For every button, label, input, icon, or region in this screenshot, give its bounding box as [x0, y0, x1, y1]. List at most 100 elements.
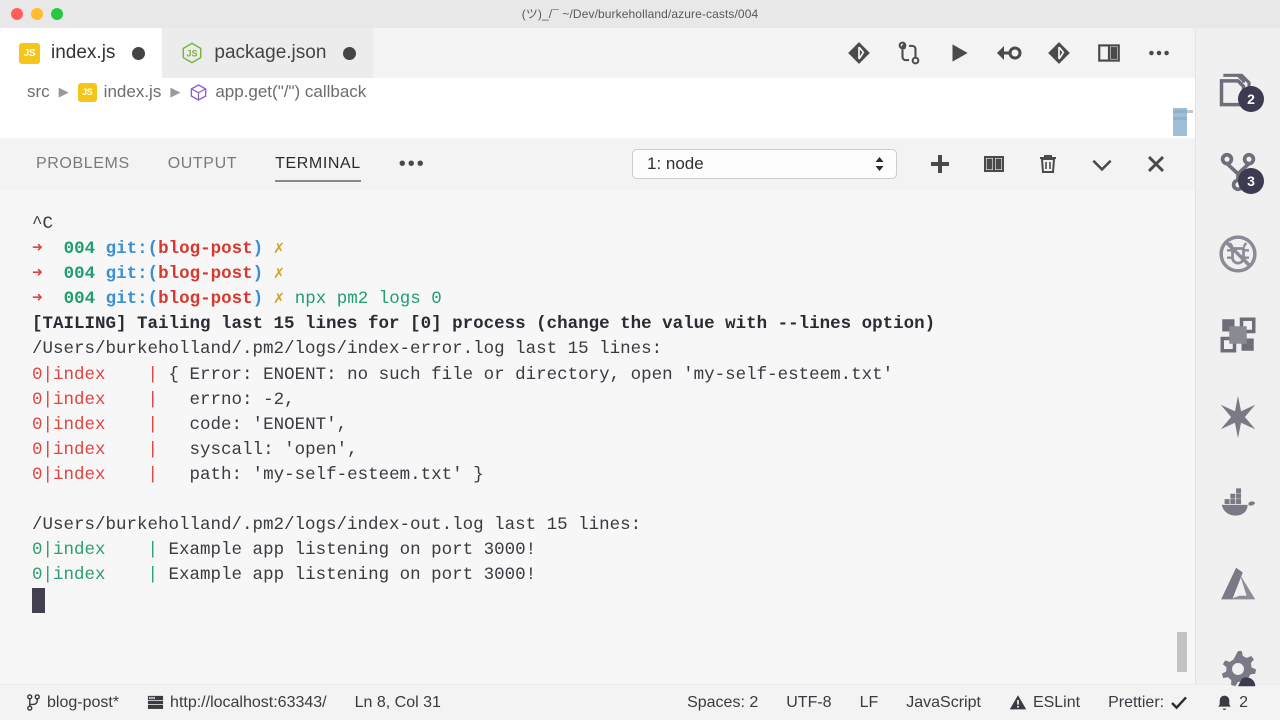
check-icon: [1170, 694, 1188, 711]
extensions-icon[interactable]: [1214, 314, 1262, 356]
docker-whale-icon[interactable]: [1214, 478, 1262, 524]
status-live-server[interactable]: http://localhost:63343/: [133, 694, 341, 712]
azure-icon[interactable]: [1214, 562, 1262, 608]
terminal-segment: Example app listening on port 3000!: [158, 565, 537, 586]
status-prettier[interactable]: Prettier:: [1094, 694, 1202, 712]
breadcrumb-label: src: [27, 82, 50, 101]
terminal-segment: [43, 239, 64, 259]
terminal-line: 0|index | Example app listening on port …: [32, 538, 1195, 563]
terminal-segment: [263, 289, 274, 309]
status-label: blog-post*: [47, 693, 120, 711]
new-terminal-icon[interactable]: [927, 151, 953, 177]
status-language-mode[interactable]: JavaScript: [892, 694, 995, 712]
explorer-badge: 2: [1238, 86, 1264, 112]
status-label: LF: [859, 693, 879, 711]
terminal-cursor-line: [32, 588, 1195, 614]
panel-more-icon[interactable]: •••: [399, 138, 426, 190]
kill-terminal-icon[interactable]: [1035, 151, 1061, 177]
terminal-line: ➜ 004 git:(blog-post) ✗ npx pm2 logs 0: [32, 287, 1195, 312]
terminal-segment: |: [147, 414, 159, 435]
close-panel-icon[interactable]: [1143, 151, 1169, 177]
compare-branches-icon[interactable]: [895, 39, 923, 67]
title-bar: (ツ)_/¯ ~/Dev/burkeholland/azure-casts/00…: [0, 0, 1280, 28]
code-editor[interactable]: 7app.get("/", function(req, res) {: [0, 106, 1195, 138]
breadcrumb-item-index-js[interactable]: JS index.js: [77, 82, 161, 102]
dirty-indicator-icon[interactable]: [132, 46, 146, 60]
status-encoding[interactable]: UTF-8: [772, 694, 845, 712]
terminal-segment: |: [147, 364, 159, 385]
terminal-scrollbar[interactable]: [1177, 632, 1187, 672]
git-diamond-icon[interactable]: [1045, 39, 1073, 67]
terminal-segment: git:(: [105, 264, 159, 285]
dirty-indicator-icon[interactable]: [343, 46, 357, 60]
activity-bar: 2 3: [1195, 28, 1280, 687]
vscode-window: (ツ)_/¯ ~/Dev/burkeholland/azure-casts/00…: [0, 0, 1280, 720]
tab-label: index.js: [51, 42, 116, 63]
terminal-segment: path: 'my-self-esteem.txt' }: [158, 464, 484, 485]
terminal-segment: 0|index: [32, 565, 106, 586]
status-eol[interactable]: LF: [846, 694, 893, 712]
breadcrumb-item-symbol[interactable]: app.get("/") callback: [189, 82, 366, 102]
terminal-segment: [263, 264, 274, 284]
terminal-segment: [106, 440, 148, 460]
terminal-segment: 0|index: [32, 464, 106, 485]
status-label: 2: [1239, 693, 1248, 711]
status-cursor-position[interactable]: Ln 8, Col 31: [341, 694, 455, 712]
source-control-icon[interactable]: 3: [1214, 150, 1264, 194]
workbench-body: JS index.js JS package.json src ▶ JS ind…: [0, 28, 1280, 687]
more-actions-icon[interactable]: [1145, 39, 1173, 67]
terminal-selector-dropdown[interactable]: 1: node: [632, 149, 897, 179]
run-play-icon[interactable]: [945, 39, 973, 67]
status-label: JavaScript: [906, 693, 981, 711]
status-notifications[interactable]: 2: [1202, 694, 1262, 712]
window-title: (ツ)_/¯ ~/Dev/burkeholland/azure-casts/00…: [521, 7, 759, 21]
terminal-line: /Users/burkeholland/.pm2/logs/index-out.…: [32, 513, 1195, 538]
terminal-view[interactable]: ^C ➜ 004 git:(blog-post) ✗ ➜ 004 git:(blog…: [0, 190, 1195, 684]
terminal-segment: ➜: [32, 289, 43, 310]
split-editor-icon[interactable]: [1095, 39, 1123, 67]
hide-panel-icon[interactable]: [1089, 151, 1115, 177]
tab-output[interactable]: OUTPUT: [168, 138, 237, 190]
git-branch-icon: [26, 693, 41, 712]
js-file-icon: JS: [77, 82, 97, 102]
terminal-segment: 0|index: [32, 540, 106, 561]
settings-gear-icon[interactable]: [1214, 646, 1262, 692]
terminal-segment: [263, 239, 274, 259]
terminal-line: 0|index | { Error: ENOENT: no such file …: [32, 363, 1195, 388]
chevron-updown-icon: [873, 154, 886, 174]
terminal-line: ➜ 004 git:(blog-post) ✗: [32, 262, 1195, 287]
status-eslint[interactable]: ESLint: [995, 694, 1094, 712]
tab-problems[interactable]: PROBLEMS: [36, 138, 130, 190]
close-window-button[interactable]: [11, 7, 23, 20]
minimize-window-button[interactable]: [31, 7, 43, 20]
compass-star-icon[interactable]: [1214, 394, 1262, 440]
minimap-slider[interactable]: [1173, 108, 1187, 136]
split-terminal-icon[interactable]: [981, 151, 1007, 177]
terminal-segment: |: [147, 464, 159, 485]
git-compare-icon[interactable]: [845, 39, 873, 67]
status-label: ESLint: [1032, 693, 1081, 711]
breadcrumb-item-src[interactable]: src: [27, 82, 50, 102]
status-indentation[interactable]: Spaces: 2: [673, 694, 772, 712]
status-label: Spaces: 2: [687, 693, 759, 711]
terminal-segment: [32, 490, 43, 510]
terminal-segment: code: 'ENOENT',: [158, 414, 348, 435]
go-back-icon[interactable]: [995, 39, 1023, 67]
zoom-window-button[interactable]: [51, 7, 63, 20]
editor-column: JS index.js JS package.json src ▶ JS ind…: [0, 28, 1195, 684]
terminal-line: 0|index | path: 'my-self-esteem.txt' }: [32, 463, 1195, 488]
tab-terminal[interactable]: TERMINAL: [275, 138, 361, 190]
terminal-segment: [106, 540, 148, 560]
terminal-segment: ^C: [32, 214, 54, 234]
panel-header: PROBLEMS OUTPUT TERMINAL ••• 1: node: [0, 138, 1195, 190]
breadcrumb: src ▶ JS index.js ▶ app.get("/") callbac: [0, 78, 1195, 106]
terminal-segment: blog-post: [158, 289, 253, 310]
status-git-branch[interactable]: blog-post*: [12, 693, 133, 712]
tab-label: package.json: [214, 42, 327, 63]
panel-actions: [927, 151, 1175, 177]
terminal-segment: ✗: [273, 289, 285, 310]
tab-index-js[interactable]: JS index.js: [0, 28, 163, 78]
explorer-icon[interactable]: 2: [1214, 68, 1264, 112]
debug-disabled-icon[interactable]: [1214, 232, 1262, 276]
tab-package-json[interactable]: JS package.json: [162, 28, 374, 78]
